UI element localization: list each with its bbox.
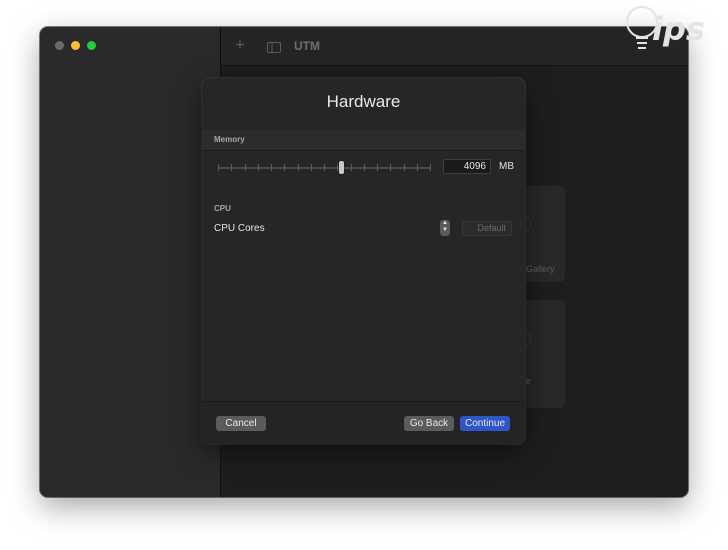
sheet-title: Hardware (326, 92, 401, 111)
slider-thumb[interactable] (339, 161, 344, 174)
slider-tick (377, 164, 378, 171)
maximize-button[interactable] (87, 41, 96, 50)
minimize-button[interactable] (71, 41, 80, 50)
slider-tick (231, 164, 232, 171)
slider-tick (245, 164, 246, 171)
svg-text:ips: ips (652, 10, 705, 48)
cpu-section-label: CPU (214, 204, 231, 213)
gallery-card-label: Gallery (526, 264, 555, 274)
go-back-button[interactable]: Go Back (404, 416, 454, 431)
cpu-cores-field[interactable]: Default (462, 221, 512, 236)
close-button[interactable] (55, 41, 64, 50)
sidebar-toggle-icon[interactable] (267, 40, 281, 58)
memory-section-header: Memory (202, 130, 525, 151)
slider-tick (258, 164, 259, 171)
slider-tick (430, 164, 431, 171)
slider-tick (390, 164, 391, 171)
watermark-logo: ips (620, 2, 724, 62)
slider-tick (404, 164, 405, 171)
slider-tick (324, 164, 325, 171)
memory-section-label: Memory (214, 135, 245, 144)
slider-tick (218, 164, 219, 171)
memory-unit: MB (499, 161, 514, 172)
slider-tick (284, 164, 285, 171)
slider-tick (364, 164, 365, 171)
cancel-button[interactable]: Cancel (216, 416, 266, 431)
sidebar (40, 27, 221, 497)
cpu-cores-label: CPU Cores (214, 223, 265, 234)
window-controls (55, 41, 96, 50)
slider-tick (298, 164, 299, 171)
secondary-card-label: e (526, 376, 532, 386)
sheet-footer: Cancel Go Back Continue (202, 401, 525, 444)
secondary-card[interactable]: e (511, 300, 565, 408)
stepper-arrows-icon[interactable]: ▲ ▼ (440, 220, 450, 236)
continue-button[interactable]: Continue (460, 416, 510, 431)
window-title: UTM (294, 39, 320, 53)
hardware-sheet: Hardware Memory 4096 MB CPU CPU Cores ▲ ▼… (202, 78, 525, 444)
gallery-card[interactable]: Gallery (511, 186, 565, 282)
toolbar: + UTM (221, 27, 688, 66)
memory-field[interactable]: 4096 (443, 159, 491, 174)
slider-tick (351, 164, 352, 171)
slider-tick (271, 164, 272, 171)
plus-icon[interactable]: + (235, 36, 245, 53)
slider-tick (337, 164, 338, 171)
memory-slider[interactable] (218, 160, 431, 176)
slider-tick (417, 164, 418, 171)
slider-tick (311, 164, 312, 171)
